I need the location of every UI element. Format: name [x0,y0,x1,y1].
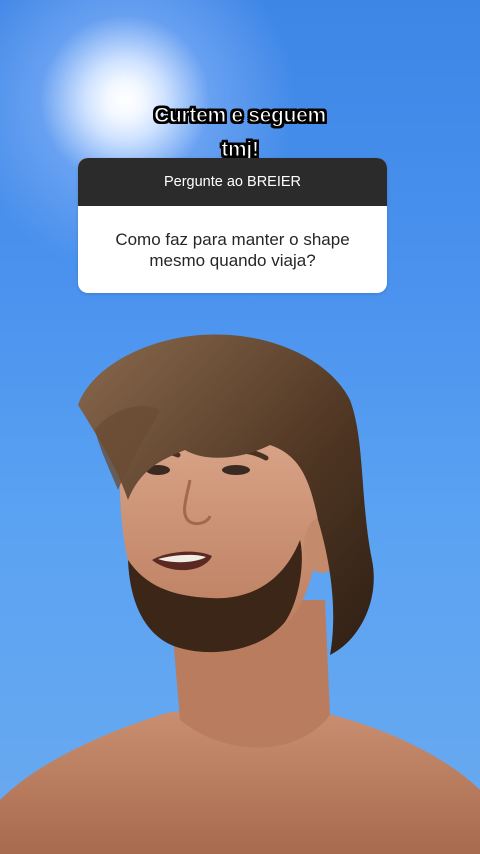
question-sticker-header: Pergunte ao BREIER [78,158,387,206]
story-screen[interactable]: Curtem e seguem tmj! Pergunte ao BREIER … [0,0,480,854]
question-sticker-text: Como faz para manter o shape mesmo quand… [115,229,350,270]
caption-line-1: Curtem e seguem [154,104,327,128]
question-sticker[interactable]: Pergunte ao BREIER Como faz para manter … [78,158,387,293]
background-photo [0,334,480,854]
